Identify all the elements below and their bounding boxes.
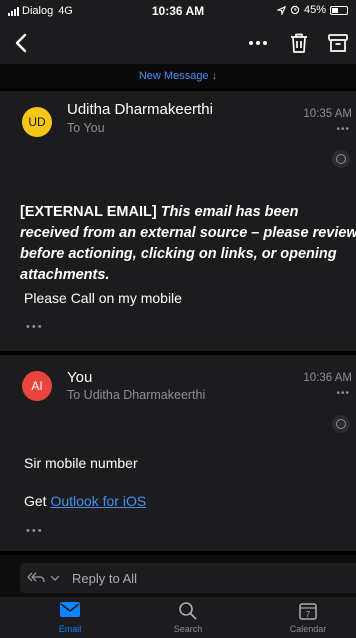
reply-all-icon [27,572,45,583]
trash-icon[interactable] [287,31,311,55]
tab-calendar[interactable]: 7 Calendar [268,601,348,634]
recipient-line: To Uditha Dharmakeerthi [67,388,206,402]
avatar[interactable]: AI [22,371,52,401]
tab-search[interactable]: Search [148,601,228,634]
warning-tag: [EXTERNAL EMAIL] [20,204,157,220]
sender-name: You [67,369,93,386]
message-more-icon[interactable]: ••• [336,124,350,135]
tab-bar: Email Search 7 Calendar [0,597,356,638]
reaction-icon[interactable] [332,415,350,433]
message-time: 10:35 AM [303,108,352,120]
avatar[interactable]: UD [22,107,52,137]
chevron-down-icon[interactable] [50,574,60,582]
outlook-ios-link[interactable]: Outlook for iOS [50,493,146,509]
signature-line: Get Outlook for iOS [24,493,146,509]
sender-name: Uditha Dharmakeerthi [67,101,213,118]
chevron-left-icon[interactable] [10,31,34,55]
message-time: 10:36 AM [303,372,352,384]
location-icon [276,5,286,15]
archive-icon[interactable] [326,31,350,55]
show-more-icon[interactable]: ••• [26,525,44,537]
message-card[interactable]: UD Uditha Dharmakeerthi To You 10:35 AM … [0,91,356,351]
ellipsis-icon[interactable] [246,31,270,55]
mail-icon [60,602,80,617]
alarm-icon [290,5,300,15]
status-right: 45% [276,4,348,16]
status-bar: Dialog 4G 10:36 AM 45% [0,0,356,22]
battery-percent: 45% [303,4,326,16]
message-body: Please Call on my mobile [24,290,182,306]
tab-email[interactable]: Email [30,601,110,634]
tab-label: Email [58,624,82,634]
show-more-icon[interactable]: ••• [26,321,44,333]
message-body: Sir mobile number [24,455,138,471]
reply-all-button[interactable]: Reply to All [20,563,356,593]
signature-prefix: Get [24,493,51,509]
battery-icon [330,5,348,15]
external-email-warning: [EXTERNAL EMAIL] This email has been rec… [20,202,356,286]
calendar-day: 7 [306,610,311,619]
message-card[interactable]: AI You To Uditha Dharmakeerthi 10:36 AM … [0,355,356,551]
calendar-icon: 7 [299,603,317,620]
tab-label: Calendar [289,624,327,634]
reply-label: Reply to All [72,571,138,586]
reply-bar: Reply to All [0,555,356,597]
search-icon [179,602,197,620]
tab-label: Search [173,624,203,634]
reaction-icon[interactable] [332,150,350,168]
message-more-icon[interactable]: ••• [336,388,350,399]
recipient-line: To You [67,121,105,135]
nav-bar [0,22,356,64]
new-message-banner[interactable]: New Message ↓ [0,64,356,88]
